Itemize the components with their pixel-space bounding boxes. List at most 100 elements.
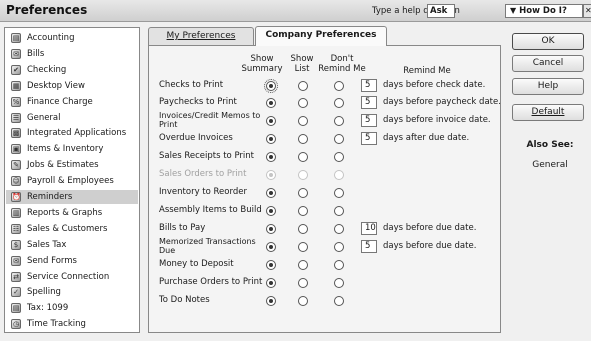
send-forms-icon: ✉	[11, 255, 21, 266]
tab-my-preferences[interactable]: My Preferences	[148, 27, 254, 45]
dont-remind-radio[interactable]	[334, 278, 344, 288]
close-button[interactable]: ✕	[583, 4, 591, 18]
sidebar-item-time-tracking[interactable]: ◷ Time Tracking	[6, 317, 138, 331]
sidebar-item-payroll-employees[interactable]: ☺ Payroll & Employees	[6, 174, 138, 188]
sidebar-item-desktop-view[interactable]: ▦ Desktop View	[6, 79, 138, 93]
show-summary-radio[interactable]	[266, 116, 276, 126]
show-summary-radio[interactable]	[266, 242, 276, 252]
column-header-show-summary: Show Summary	[241, 54, 283, 74]
sidebar-item-items-inventory[interactable]: ▣ Items & Inventory	[6, 142, 138, 156]
show-list-radio[interactable]	[298, 296, 308, 306]
preferences-tabs: My Preferences Company Preferences Show …	[148, 26, 502, 333]
remind-days-input[interactable]: 5	[361, 132, 377, 145]
dont-remind-radio[interactable]	[334, 116, 344, 126]
show-list-radio[interactable]	[298, 188, 308, 198]
preferences-category-list: ▤ Accounting ✉ Bills ✔ Checking ▦ Desktop View%…	[4, 27, 140, 333]
show-list-radio[interactable]	[298, 224, 308, 234]
sidebar-item-reminders[interactable]: ⏰ Reminders	[6, 190, 138, 204]
dont-remind-radio[interactable]	[334, 134, 344, 144]
remind-days-text: days before invoice date.	[383, 115, 491, 125]
accounting-icon: ▤	[11, 33, 21, 43]
show-summary-radio[interactable]	[266, 134, 276, 144]
sidebar-item-label: Finance Charge	[27, 96, 93, 107]
show-summary-radio[interactable]	[266, 152, 276, 162]
service-connection-icon: ⇄	[11, 271, 21, 282]
show-list-radio[interactable]	[298, 278, 308, 288]
dont-remind-radio[interactable]	[334, 224, 344, 234]
show-summary-radio[interactable]	[266, 188, 276, 198]
general-icon: ☰	[11, 112, 21, 123]
help-question-input[interactable]: Ask	[427, 4, 455, 18]
sidebar-item-general[interactable]: ☰ General	[6, 111, 138, 125]
cancel-button[interactable]: Cancel	[512, 55, 584, 72]
tab-company-preferences[interactable]: Company Preferences	[255, 26, 387, 46]
sidebar-item-label: Items & Inventory	[27, 144, 104, 155]
sidebar-item-checking[interactable]: ✔ Checking	[6, 63, 138, 77]
title-bar: Preferences Type a help question Ask ▼ Ho…	[0, 0, 591, 22]
remind-days-input[interactable]: 5	[361, 240, 377, 253]
reminder-label: To Do Notes	[159, 295, 210, 305]
dont-remind-radio[interactable]	[334, 81, 344, 91]
show-list-radio[interactable]	[298, 98, 308, 108]
show-summary-radio[interactable]	[266, 278, 276, 288]
remind-days-input[interactable]: 5	[361, 79, 377, 92]
remind-days-text: days before due date.	[383, 223, 477, 233]
sidebar-item-accounting[interactable]: ▤ Accounting	[6, 31, 138, 45]
dont-remind-radio[interactable]	[334, 188, 344, 198]
dont-remind-radio[interactable]	[334, 152, 344, 162]
show-list-radio[interactable]	[298, 206, 308, 216]
sidebar-item-tax-1099[interactable]: ▤ Tax: 1099	[6, 301, 138, 315]
reminder-row: Sales Receipts to Print	[149, 149, 502, 166]
column-header-show-list: Show List	[290, 54, 314, 74]
time-tracking-icon: ◷	[11, 319, 21, 330]
show-summary-radio[interactable]	[266, 206, 276, 216]
remind-days-input[interactable]: 5	[361, 114, 377, 127]
sidebar-item-jobs-estimates[interactable]: ✎ Jobs & Estimates	[6, 158, 138, 172]
sidebar-item-sales-tax[interactable]: $ Sales Tax	[6, 238, 138, 252]
show-list-radio[interactable]	[298, 81, 308, 91]
dropdown-arrow-icon: ▼	[510, 6, 517, 15]
sidebar-item-bills[interactable]: ✉ Bills	[6, 47, 138, 61]
remind-days-text: days after due date.	[383, 133, 470, 143]
sidebar-item-send-forms[interactable]: ✉ Send Forms	[6, 254, 138, 268]
tab-my-preferences-label: My Preferences	[166, 31, 236, 41]
tax-1099-icon: ▤	[11, 303, 21, 314]
dont-remind-radio[interactable]	[334, 260, 344, 270]
dont-remind-radio[interactable]	[334, 296, 344, 306]
how-do-i-dropdown[interactable]: ▼ How Do I?	[505, 4, 583, 18]
dont-remind-radio	[334, 170, 344, 180]
sidebar-item-label: Reports & Graphs	[27, 207, 103, 218]
help-button[interactable]: Help	[512, 78, 584, 95]
ok-button[interactable]: OK	[512, 33, 584, 50]
show-summary-radio[interactable]	[266, 224, 276, 234]
sidebar-item-sales-customers[interactable]: ☷ Sales & Customers	[6, 222, 138, 236]
show-list-radio[interactable]	[298, 116, 308, 126]
close-icon: ✕	[585, 6, 591, 15]
sidebar-item-reports-graphs[interactable]: ▥ Reports & Graphs	[6, 206, 138, 220]
desktop-view-icon: ▦	[11, 80, 21, 91]
default-button[interactable]: Default	[512, 104, 584, 121]
show-summary-radio[interactable]	[264, 79, 278, 93]
sidebar-item-service-connection[interactable]: ⇄ Service Connection	[6, 270, 138, 284]
tab-company-preferences-label: Company Preferences	[265, 30, 377, 40]
sidebar-item-finance-charge[interactable]: % Finance Charge	[6, 95, 138, 109]
sidebar-item-label: Tax: 1099	[27, 303, 69, 314]
dont-remind-radio[interactable]	[334, 206, 344, 216]
show-list-radio[interactable]	[298, 152, 308, 162]
show-summary-radio[interactable]	[266, 260, 276, 270]
sidebar-item-label: Time Tracking	[27, 319, 86, 330]
remind-days-input[interactable]: 10	[361, 222, 377, 235]
show-list-radio[interactable]	[298, 260, 308, 270]
show-list-radio[interactable]	[298, 242, 308, 252]
dont-remind-radio[interactable]	[334, 242, 344, 252]
show-list-radio[interactable]	[298, 134, 308, 144]
dont-remind-radio[interactable]	[334, 98, 344, 108]
also-see-general-link[interactable]: General	[517, 160, 583, 170]
reminder-row: Sales Orders to Print	[149, 167, 502, 184]
show-summary-radio[interactable]	[266, 296, 276, 306]
show-summary-radio[interactable]	[266, 98, 276, 108]
sidebar-item-integrated-applications[interactable]: ▩ Integrated Applications	[6, 126, 138, 140]
remind-days-input[interactable]: 5	[361, 96, 377, 109]
sidebar-item-spelling[interactable]: ✓ Spelling	[6, 285, 138, 299]
reminder-row: Memorized Transactions Due 5 days before d…	[149, 237, 502, 256]
